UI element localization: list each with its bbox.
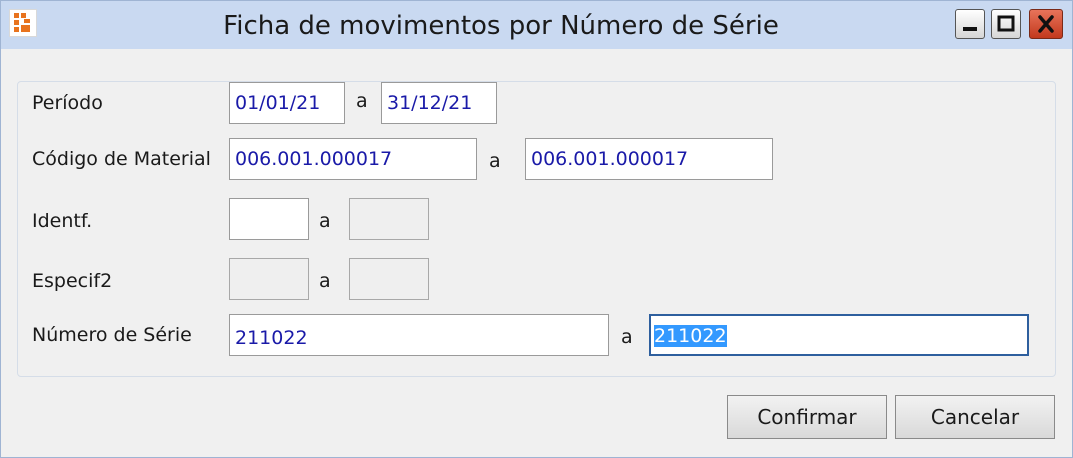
close-button[interactable] bbox=[1029, 9, 1063, 39]
especif2-label: Especif2 bbox=[32, 270, 113, 292]
codigo-material-to-field[interactable]: 006.001.000017 bbox=[525, 138, 773, 180]
maximize-icon bbox=[997, 15, 1015, 32]
identf-label: Identf. bbox=[32, 210, 93, 232]
periodo-label: Período bbox=[32, 92, 103, 114]
codigo-material-separator: a bbox=[489, 150, 501, 172]
codigo-material-label: Código de Material bbox=[32, 148, 211, 170]
especif2-from-field[interactable] bbox=[229, 258, 309, 300]
periodo-from-field[interactable]: 01/01/21 bbox=[229, 82, 345, 124]
periodo-to-field[interactable]: 31/12/21 bbox=[381, 82, 497, 124]
especif2-to-field[interactable] bbox=[349, 258, 429, 300]
title-bar[interactable]: Ficha de movimentos por Número de Série bbox=[1, 1, 1072, 49]
selected-text: 211022 bbox=[654, 325, 727, 347]
cancel-button[interactable]: Cancelar bbox=[895, 395, 1055, 439]
close-icon bbox=[1038, 15, 1054, 33]
window-title: Ficha de movimentos por Número de Série bbox=[223, 11, 779, 41]
numero-serie-label: Número de Série bbox=[32, 324, 192, 346]
especif2-separator: a bbox=[319, 270, 331, 292]
periodo-separator: a bbox=[356, 90, 368, 112]
dialog-window: Ficha de movimentos por Número de Série … bbox=[0, 0, 1073, 458]
minimize-icon bbox=[963, 27, 977, 31]
identf-separator: a bbox=[319, 210, 331, 232]
confirm-button[interactable]: Confirmar bbox=[727, 395, 887, 439]
numero-serie-from-field[interactable]: 211022 bbox=[229, 314, 609, 356]
identf-from-field[interactable] bbox=[229, 198, 309, 240]
minimize-button[interactable] bbox=[955, 9, 985, 39]
codigo-material-from-field[interactable]: 006.001.000017 bbox=[229, 138, 477, 180]
numero-serie-separator: a bbox=[621, 326, 633, 348]
numero-serie-to-field[interactable]: 211022 bbox=[649, 314, 1029, 356]
identf-to-field[interactable] bbox=[349, 198, 429, 240]
maximize-button[interactable] bbox=[991, 9, 1021, 39]
